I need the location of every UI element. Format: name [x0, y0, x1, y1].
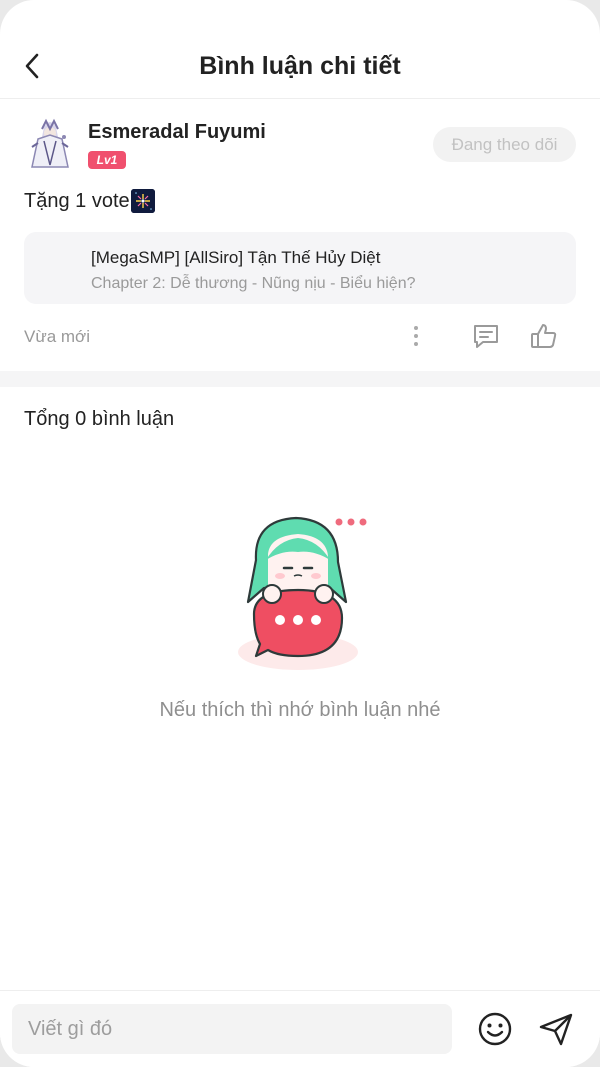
like-button[interactable]	[528, 320, 560, 352]
smiley-icon	[478, 1012, 512, 1046]
comment-text: Tặng 1 vote	[24, 189, 155, 213]
username[interactable]: Esmeradal Fuyumi	[88, 121, 266, 144]
comment-card: Esmeradal Fuyumi Lv1 Đang theo dõi Tặng …	[0, 99, 600, 371]
more-button[interactable]	[404, 321, 428, 351]
avatar[interactable]	[24, 117, 76, 171]
more-vertical-icon	[414, 326, 418, 346]
page-title: Bình luận chi tiết	[199, 52, 401, 80]
level-badge: Lv1	[88, 151, 126, 169]
reply-button[interactable]	[470, 320, 502, 352]
follow-button[interactable]: Đang theo dõi	[433, 127, 576, 162]
story-card[interactable]: [MegaSMP] [AllSiro] Tận Thế Hủy Diệt Cha…	[24, 232, 576, 304]
emoji-button[interactable]	[476, 1010, 514, 1048]
section-divider	[0, 371, 600, 387]
comment-text-label: Tặng 1 vote	[24, 189, 130, 212]
send-button[interactable]	[537, 1010, 575, 1048]
story-chapter: Chapter 2: Dễ thương - Nũng nịu - Biểu h…	[91, 275, 416, 292]
story-title: [MegaSMP] [AllSiro] Tận Thế Hủy Diệt	[91, 248, 381, 267]
fireworks-emoji-icon	[130, 189, 155, 213]
empty-message: Nếu thích thì nhớ bình luận nhé	[159, 699, 441, 721]
comment-input[interactable]	[12, 1004, 452, 1054]
total-comments-label: Tổng 0 bình luận	[24, 408, 175, 430]
send-icon	[539, 1013, 573, 1046]
like-icon	[531, 324, 557, 348]
comment-input-bar	[0, 990, 600, 1067]
timestamp: Vừa mới	[24, 327, 90, 346]
empty-state-illustration	[234, 510, 370, 674]
reply-icon	[474, 325, 498, 348]
screen: Bình luận chi tiết Esmeradal Fuyumi Lv1 …	[0, 0, 600, 1067]
header: Bình luận chi tiết	[0, 0, 600, 99]
